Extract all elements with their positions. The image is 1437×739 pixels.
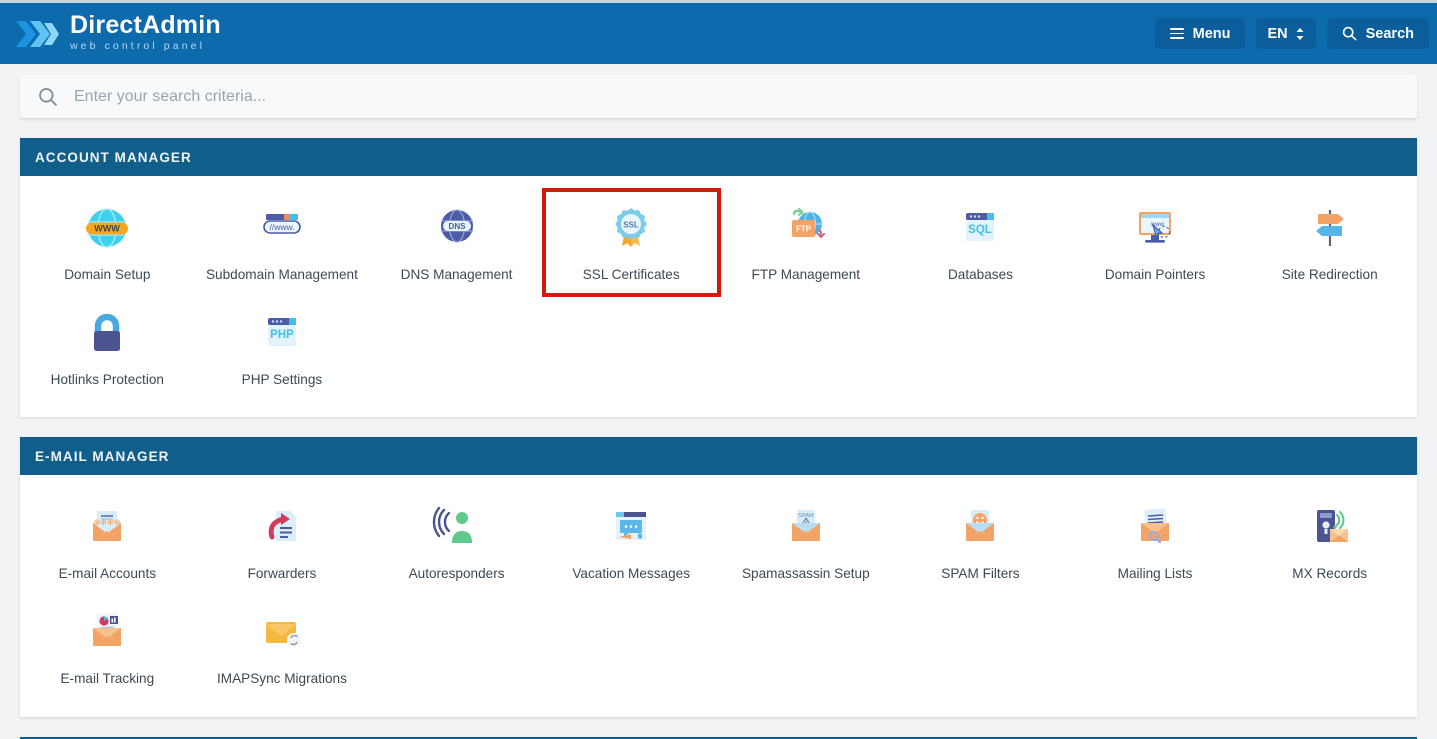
tile-label: Autoresponders [408, 566, 505, 582]
search-bar-wrapper [0, 64, 1437, 118]
server-signal-envelope-icon [1304, 501, 1356, 553]
tile-domain-setup[interactable]: WWW Domain Setup [20, 190, 195, 295]
svg-text:WWW: WWW [95, 224, 121, 234]
tile-label: Domain Pointers [1104, 267, 1206, 282]
tile-label: FTP Management [751, 267, 861, 282]
tile-mailing-lists[interactable]: Mailing Lists [1068, 489, 1243, 594]
sql-window-icon: SQL [954, 202, 1006, 254]
tile-label: Spamassassin Setup [741, 566, 870, 582]
tile-dns-management[interactable]: DNS DNS Management [369, 190, 544, 295]
window-chat-pencil-icon [605, 501, 657, 553]
tile-email-tracking[interactable]: E-mail Tracking [20, 594, 195, 699]
top-bar: DirectAdmin web control panel Menu EN Se… [0, 0, 1437, 64]
tile-grid-email-manager: ✻✻✻✻ E-mail Accounts Forwarders Autoresp… [20, 475, 1417, 716]
tile-hotlinks-protection[interactable]: Hotlinks Protection [20, 295, 195, 400]
svg-text:www: www [1150, 222, 1165, 228]
chevron-updown-icon [1295, 26, 1305, 42]
tile-label: Site Redirection [1281, 267, 1378, 282]
brand-name-light: Admin [142, 11, 221, 40]
dns-globe-icon: DNS [431, 202, 483, 254]
tile-label: Hotlinks Protection [50, 371, 164, 387]
menu-button[interactable]: Menu [1154, 18, 1246, 49]
tile-label: SSL Certificates [582, 267, 680, 282]
tile-php-settings[interactable]: PHP PHP Settings [195, 295, 370, 400]
hamburger-icon [1169, 25, 1184, 42]
section-title-account-manager: ACCOUNT MANAGER [20, 138, 1417, 176]
tile-label: SPAM Filters [941, 566, 1020, 582]
tile-subdomain-management[interactable]: //www. Subdomain Management [195, 190, 370, 295]
ftp-folder-globe-icon: FTP [780, 202, 832, 254]
tile-label: E-mail Tracking [60, 671, 155, 687]
monitor-cursor-icon: www [1129, 202, 1181, 254]
brand-name-bold: Direct [70, 11, 143, 40]
svg-text:DNS: DNS [448, 222, 466, 231]
brand-logo[interactable]: DirectAdmin web control panel [14, 13, 221, 55]
panel-account-manager: ACCOUNT MANAGER WWW Domain Setup //www. … [20, 138, 1417, 418]
top-actions: Menu EN Search [1154, 18, 1429, 49]
search-button[interactable]: Search [1326, 18, 1429, 49]
svg-text:FTP: FTP [796, 225, 812, 234]
tile-label: DNS Management [400, 267, 513, 282]
brand-title: DirectAdmin [70, 13, 221, 38]
menu-button-label: Menu [1192, 25, 1231, 42]
ssl-badge-icon: SSL [605, 202, 657, 254]
envelope-smiley-icon [954, 501, 1006, 553]
tile-domain-pointers[interactable]: www Domain Pointers [1068, 190, 1243, 295]
svg-text:✻✻✻✻: ✻✻✻✻ [94, 518, 121, 527]
tile-site-redirection[interactable]: Site Redirection [1242, 190, 1417, 295]
tile-autoresponders[interactable]: Autoresponders [369, 489, 544, 594]
search-icon [38, 87, 58, 107]
directadmin-page: DirectAdmin web control panel Menu EN Se… [0, 0, 1437, 739]
brand-tagline: web control panel [70, 40, 206, 53]
tile-email-accounts[interactable]: ✻✻✻✻ E-mail Accounts [20, 489, 195, 594]
tile-label: PHP Settings [241, 371, 323, 387]
tile-spamassassin-setup[interactable]: SPAM Spamassassin Setup [719, 489, 894, 594]
tile-label: Databases [947, 267, 1013, 282]
envelope-chart-icon [81, 606, 133, 658]
svg-text:SSL: SSL [623, 220, 639, 229]
tile-label: IMAPSync Migrations [216, 671, 347, 687]
tile-vacation-messages[interactable]: Vacation Messages [544, 489, 719, 594]
search-bar[interactable] [20, 75, 1417, 118]
document-forward-arrow-icon [256, 501, 308, 553]
envelope-password-icon: ✻✻✻✻ [81, 501, 133, 553]
tile-grid-account-manager: WWW Domain Setup //www. Subdomain Manage… [20, 176, 1417, 417]
tile-label: Forwarders [247, 566, 317, 582]
search-icon [1342, 26, 1357, 41]
search-button-label: Search [1365, 25, 1414, 42]
tile-forwarders[interactable]: Forwarders [195, 489, 370, 594]
tile-spam-filters[interactable]: SPAM Filters [893, 489, 1068, 594]
browser-url-icon: //www. [256, 202, 308, 254]
language-selector[interactable]: EN [1256, 18, 1316, 49]
tile-label: E-mail Accounts [58, 566, 157, 582]
person-broadcast-icon [431, 501, 483, 553]
tile-ssl-certificates[interactable]: SSL SSL Certificates [541, 188, 721, 297]
tile-label: Vacation Messages [572, 566, 690, 582]
signpost-icon [1304, 202, 1356, 254]
language-value: EN [1267, 25, 1288, 42]
envelope-sync-icon [256, 606, 308, 658]
tile-ftp-management[interactable]: FTP FTP Management [719, 190, 894, 295]
tile-label: Mailing Lists [1117, 566, 1193, 582]
globe-www-icon: WWW [81, 202, 133, 254]
envelope-spam-warning-icon: SPAM [780, 501, 832, 553]
chevrons-logo-icon [14, 13, 60, 55]
tile-imapsync-migrations[interactable]: IMAPSync Migrations [195, 594, 370, 699]
panel-email-manager: E-MAIL MANAGER ✻✻✻✻ E-mail Accounts Forw… [20, 437, 1417, 717]
tile-databases[interactable]: SQL Databases [893, 190, 1068, 295]
php-window-icon: PHP [256, 307, 308, 359]
tile-label: Subdomain Management [205, 267, 358, 282]
search-input[interactable] [74, 87, 1399, 106]
section-title-email-manager: E-MAIL MANAGER [20, 437, 1417, 476]
envelope-letter-search-icon [1129, 501, 1181, 553]
brand-text: DirectAdmin web control panel [70, 13, 221, 54]
tile-mx-records[interactable]: MX Records [1242, 489, 1417, 594]
svg-text://www.: //www. [269, 222, 294, 232]
padlock-icon [81, 307, 133, 359]
svg-text:PHP: PHP [270, 329, 294, 341]
svg-text:SQL: SQL [969, 224, 993, 236]
tile-label: MX Records [1292, 566, 1368, 582]
tile-label: Domain Setup [64, 267, 151, 282]
